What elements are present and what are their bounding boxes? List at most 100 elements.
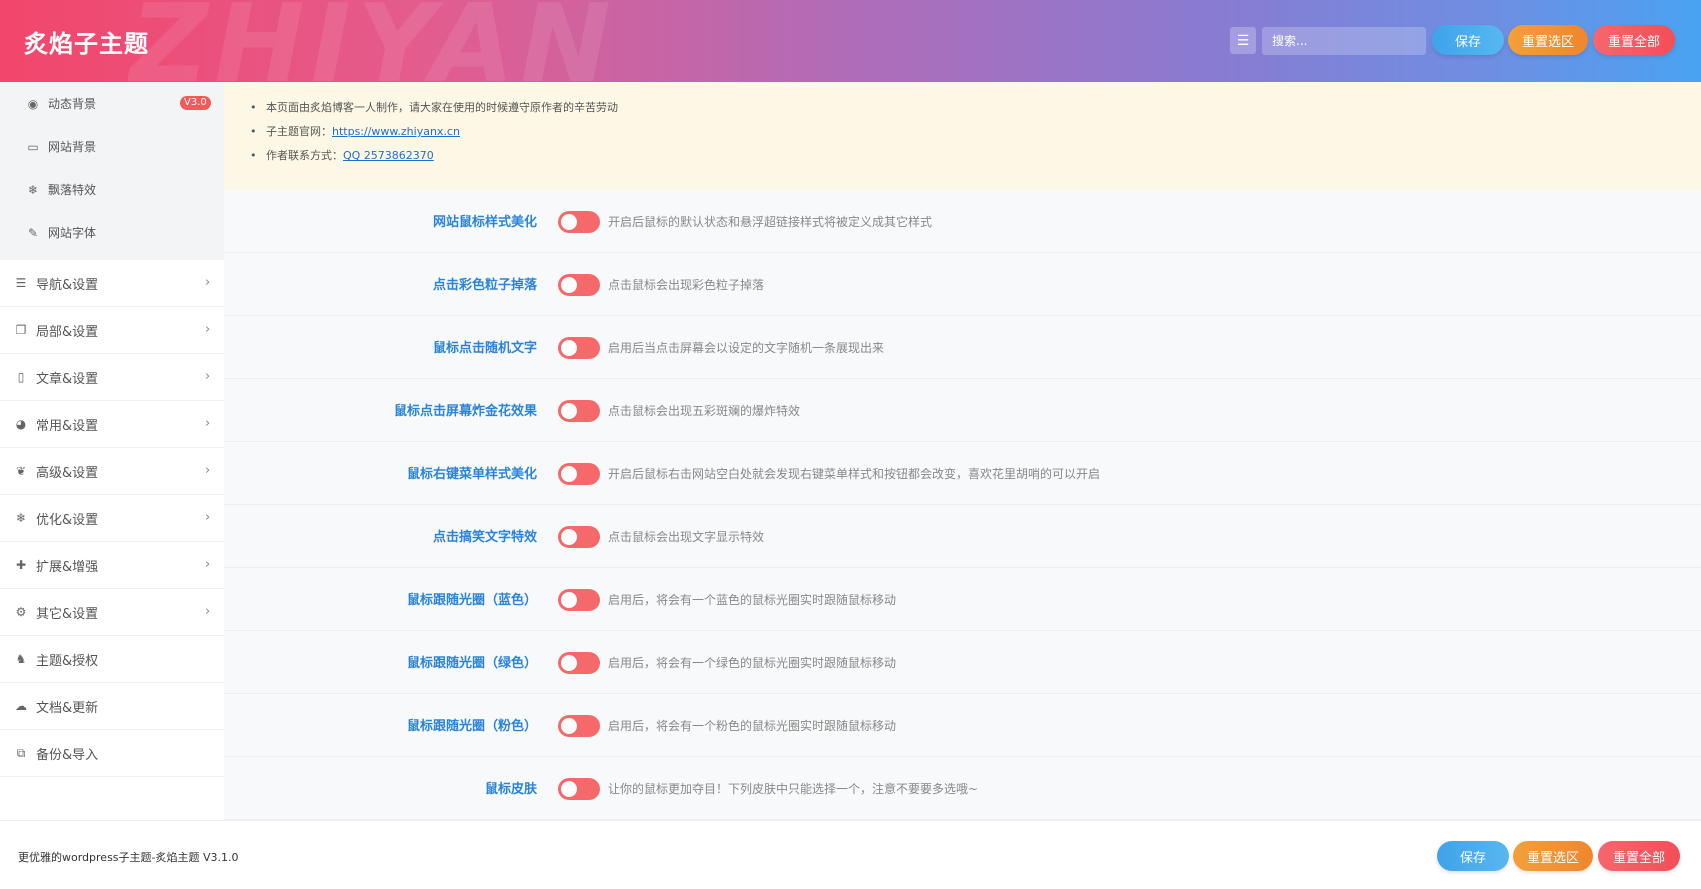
- setting-description: 开启后鼠标右击网站空白处就会发现右键菜单样式和按钮都会改变，喜欢花里胡哨的可以开…: [608, 467, 1101, 481]
- sidebar-item-label: 其它&设置: [36, 606, 99, 622]
- sidebar-item-common[interactable]: ◕ 常用&设置 ›: [0, 401, 224, 448]
- search-input[interactable]: [1262, 27, 1426, 55]
- setting-description: 点击鼠标会出现文字显示特效: [608, 530, 765, 544]
- footer-bar: 更优雅的wordpress子主题-炙焰主题 V3.1.0 保存 重置选区 重置全…: [0, 820, 1701, 889]
- sidebar-item-nav[interactable]: ☰ 导航&设置 ›: [0, 260, 224, 307]
- notice-line: 作者联系方式：QQ 2573862370: [250, 144, 1701, 168]
- sidebar: ◉ 动态背景 V3.0 ▭ 网站背景 ❄ 飘落特效 ✎ 网站字体 ☰ 导航&设置…: [0, 82, 224, 820]
- setting-row: 网站鼠标样式美化 开启后鼠标的默认状态和悬浮超链接样式将被定义成其它样式: [224, 190, 1701, 253]
- sidebar-item-extend[interactable]: ✚ 扩展&增强 ›: [0, 542, 224, 589]
- setting-label: 网站鼠标样式美化: [432, 215, 537, 230]
- sidebar-subitem-label: 网站字体: [48, 226, 97, 240]
- sidebar-subitem-site-font[interactable]: ✎ 网站字体: [0, 211, 224, 254]
- sidebar-subitem-label: 网站背景: [48, 140, 97, 154]
- setting-toggle[interactable]: [558, 589, 600, 611]
- sidebar-item-label: 备份&导入: [36, 747, 99, 763]
- setting-description: 启用后，将会有一个蓝色的鼠标光圈实时跟随鼠标移动: [608, 593, 897, 607]
- chevron-right-icon: ›: [205, 604, 211, 619]
- sidebar-item-local[interactable]: ❐ 局部&设置 ›: [0, 307, 224, 354]
- sidebar-item-optimize[interactable]: ❄ 优化&设置 ›: [0, 495, 224, 542]
- sidebar-item-backup[interactable]: ⧉ 备份&导入: [0, 730, 224, 777]
- gitlab-icon: ♞: [15, 652, 27, 666]
- gear-icon: ⚙: [15, 605, 27, 619]
- clone-icon: ⧉: [16, 745, 26, 760]
- sidebar-item-label: 优化&设置: [36, 512, 99, 528]
- sidebar-item-label: 文档&更新: [36, 700, 99, 716]
- setting-label: 鼠标跟随光圈（绿色）: [406, 656, 537, 671]
- copy-icon: ❐: [15, 323, 27, 337]
- puzzle-icon: ✚: [15, 558, 27, 572]
- chevron-right-icon: ›: [205, 557, 211, 572]
- setting-row: 鼠标点击随机文字 启用后当点击屏幕会以设定的文字随机一条展现出来: [224, 316, 1701, 379]
- sidebar-item-other[interactable]: ⚙ 其它&设置 ›: [0, 589, 224, 636]
- sidebar-item-article[interactable]: ▯ 文章&设置 ›: [0, 354, 224, 401]
- sidebar-item-license[interactable]: ♞ 主题&授权: [0, 636, 224, 683]
- sidebar-item-label: 主题&授权: [36, 653, 99, 669]
- sidebar-item-advanced[interactable]: ❦ 高级&设置 ›: [0, 448, 224, 495]
- setting-description: 启用后当点击屏幕会以设定的文字随机一条展现出来: [608, 341, 885, 355]
- pencil-icon: ✎: [27, 225, 39, 240]
- setting-toggle[interactable]: [558, 463, 600, 485]
- dashboard-icon: ◉: [27, 96, 39, 111]
- chevron-right-icon: ›: [205, 463, 211, 478]
- setting-toggle[interactable]: [558, 211, 600, 233]
- cloud-icon: ☁: [15, 699, 27, 713]
- save-button[interactable]: 保存: [1432, 25, 1504, 55]
- setting-row: 鼠标跟随光圈（蓝色） 启用后，将会有一个蓝色的鼠标光圈实时跟随鼠标移动: [224, 568, 1701, 631]
- setting-toggle[interactable]: [558, 274, 600, 296]
- header-watermark: ZHIYAN: [130, 0, 617, 82]
- setting-toggle[interactable]: [558, 337, 600, 359]
- map-icon: ▯: [17, 370, 25, 384]
- sidebar-item-label: 扩展&增强: [36, 559, 99, 575]
- setting-description: 启用后，将会有一个粉色的鼠标光圈实时跟随鼠标移动: [608, 719, 897, 733]
- setting-row: 鼠标右键菜单样式美化 开启后鼠标右击网站空白处就会发现右键菜单样式和按钮都会改变…: [224, 442, 1701, 505]
- sidebar-item-label: 文章&设置: [36, 371, 99, 387]
- setting-toggle[interactable]: [558, 400, 600, 422]
- setting-label: 鼠标跟随光圈（粉色）: [406, 719, 537, 734]
- sidebar-subitem-label: 飘落特效: [48, 183, 97, 197]
- setting-row: 点击搞笑文字特效 点击鼠标会出现文字显示特效: [224, 505, 1701, 568]
- setting-description: 开启后鼠标的默认状态和悬浮超链接样式将被定义成其它样式: [608, 215, 933, 229]
- setting-description: 点击鼠标会出现彩色粒子掉落: [608, 278, 765, 292]
- setting-label: 鼠标右键菜单样式美化: [406, 467, 537, 482]
- brand-title: 炙焰子主题: [24, 30, 149, 58]
- setting-label: 鼠标跟随光圈（蓝色）: [406, 593, 537, 608]
- footer-reset-section-button[interactable]: 重置选区: [1513, 841, 1593, 871]
- chevron-right-icon: ›: [205, 275, 211, 290]
- setting-toggle[interactable]: [558, 652, 600, 674]
- chevron-right-icon: ›: [205, 416, 211, 431]
- reset-section-button[interactable]: 重置选区: [1508, 25, 1588, 55]
- notice-text: 本页面由炙焰博客一人制作，请大家在使用的时候遵守原作者的辛苦劳动: [266, 101, 618, 114]
- leaf-icon: ❦: [15, 464, 27, 478]
- notice-line: 子主题官网：https://www.zhiyanx.cn: [250, 120, 1701, 144]
- setting-label: 点击搞笑文字特效: [432, 530, 537, 545]
- list-icon: ☰: [1236, 32, 1250, 49]
- setting-toggle[interactable]: [558, 778, 600, 800]
- author-contact-link[interactable]: QQ 2573862370: [343, 149, 434, 162]
- official-site-link[interactable]: https://www.zhiyanx.cn: [332, 125, 460, 138]
- footer-reset-all-button[interactable]: 重置全部: [1598, 841, 1680, 871]
- sidebar-subitem-label: 动态背景: [48, 97, 97, 111]
- setting-toggle[interactable]: [558, 715, 600, 737]
- sidebar-subitem-dynamic-bg[interactable]: ◉ 动态背景 V3.0: [0, 82, 224, 125]
- setting-toggle[interactable]: [558, 526, 600, 548]
- setting-row: 鼠标跟随光圈（绿色） 启用后，将会有一个绿色的鼠标光圈实时跟随鼠标移动: [224, 631, 1701, 694]
- notice-box: 本页面由炙焰博客一人制作，请大家在使用的时候遵守原作者的辛苦劳动 子主题官网：h…: [224, 82, 1701, 190]
- setting-description: 让你的鼠标更加夺目！下列皮肤中只能选择一个，注意不要要多选哦~: [608, 782, 979, 796]
- sidebar-item-label: 导航&设置: [36, 277, 99, 293]
- list-icon: ☰: [15, 276, 27, 290]
- main-content: 本页面由炙焰博客一人制作，请大家在使用的时候遵守原作者的辛苦劳动 子主题官网：h…: [224, 82, 1701, 820]
- version-badge: V3.0: [180, 96, 211, 110]
- setting-row: 点击彩色粒子掉落 点击鼠标会出现彩色粒子掉落: [224, 253, 1701, 316]
- footer-save-button[interactable]: 保存: [1437, 841, 1509, 871]
- setting-description: 点击鼠标会出现五彩斑斓的爆炸特效: [608, 404, 801, 418]
- snowflake-icon: ❄: [27, 182, 39, 197]
- sidebar-subitem-site-bg[interactable]: ▭ 网站背景: [0, 125, 224, 168]
- menu-toggle-button[interactable]: ☰: [1230, 27, 1256, 54]
- sidebar-item-docs[interactable]: ☁ 文档&更新: [0, 683, 224, 730]
- header-bar: ZHIYAN 炙焰子主题 ☰ 保存 重置选区 重置全部: [0, 0, 1701, 82]
- sidebar-item-label: 高级&设置: [36, 465, 99, 481]
- reset-all-button[interactable]: 重置全部: [1593, 25, 1675, 55]
- sidebar-item-label: 常用&设置: [36, 418, 99, 434]
- sidebar-subitem-falling-effect[interactable]: ❄ 飘落特效: [0, 168, 224, 211]
